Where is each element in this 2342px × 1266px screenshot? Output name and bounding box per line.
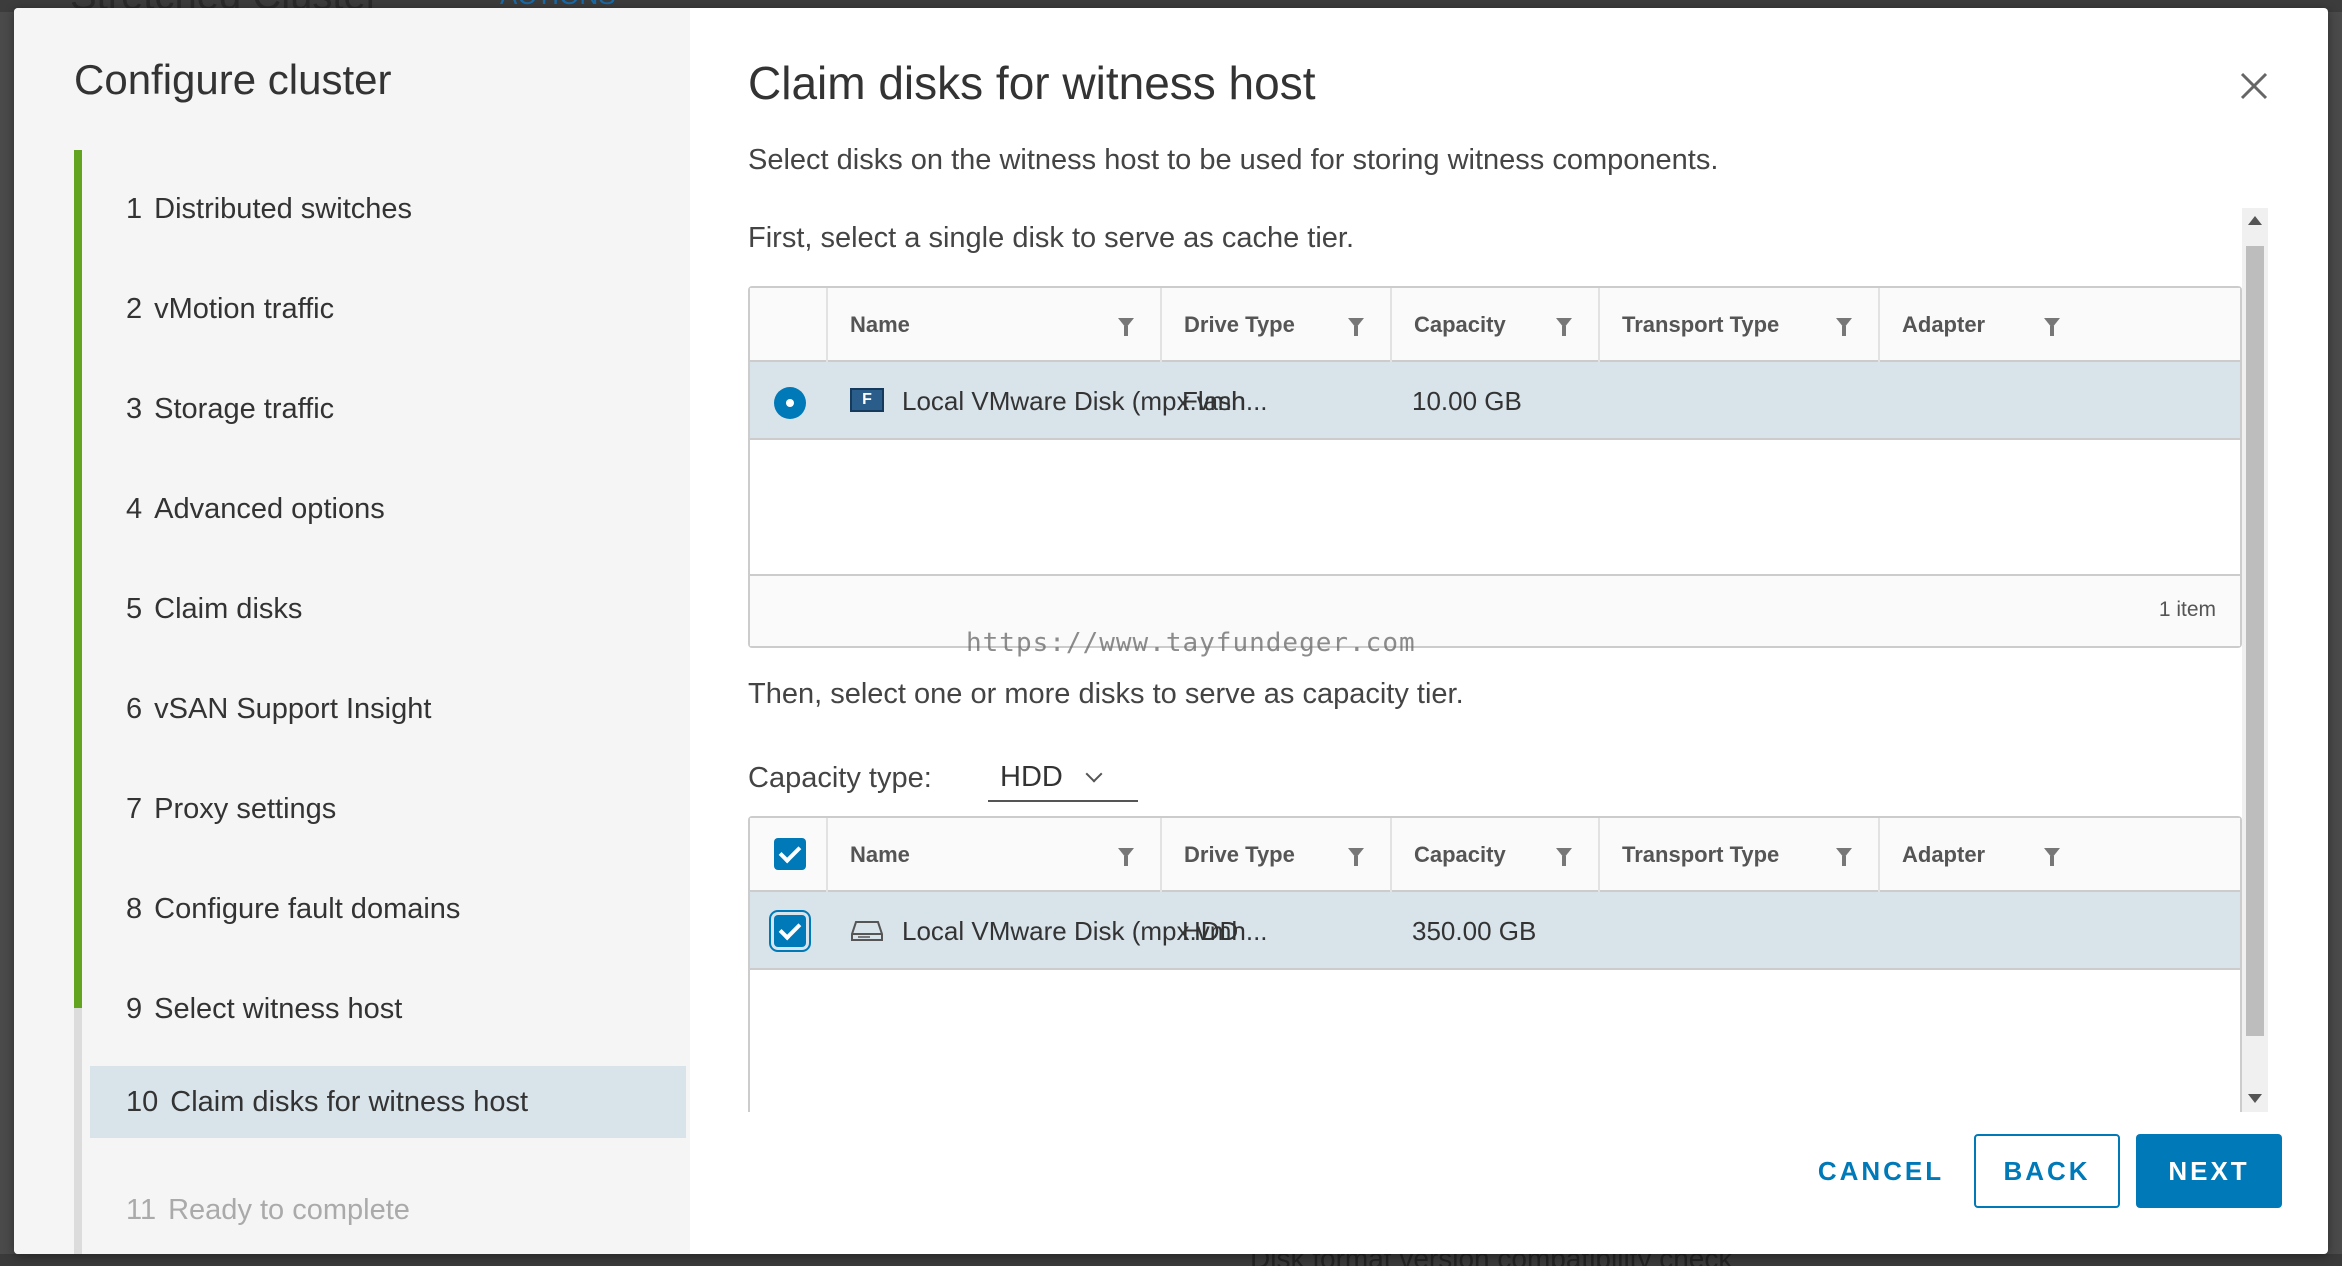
step-number: 7 <box>126 792 143 825</box>
disk-drive-type: Flash <box>1182 385 1246 416</box>
capacity-tier-grid: Name Drive Type Capacity Transport Type … <box>748 816 2242 1112</box>
step-number: 11 <box>126 1193 157 1226</box>
step-label: vSAN Support Insight <box>154 692 432 725</box>
hdd-disk-icon <box>851 921 883 941</box>
step-number: 1 <box>126 192 143 225</box>
step-number: 10 <box>126 1085 159 1118</box>
scroll-down-icon[interactable] <box>2248 1094 2262 1103</box>
filter-icon[interactable] <box>1118 848 1134 866</box>
select-all-checkbox[interactable] <box>774 838 806 870</box>
table-row[interactable]: Local VMware Disk (mpx.vmh... HDD 350.00… <box>750 892 2240 970</box>
step-label: Ready to complete <box>168 1193 410 1226</box>
step-number: 8 <box>126 892 143 925</box>
step-label: Configure fault domains <box>154 892 461 925</box>
content-scroll-area: First, select a single disk to serve as … <box>748 208 2290 1112</box>
column-capacity[interactable]: Capacity <box>1390 818 1598 892</box>
back-button[interactable]: BACK <box>1974 1134 2120 1208</box>
column-drive-type[interactable]: Drive Type <box>1160 818 1390 892</box>
page-title: Claim disks for witness host <box>748 57 1316 109</box>
step-label: Storage traffic <box>154 392 335 425</box>
step-vmotion-traffic[interactable]: 2 vMotion traffic <box>90 273 690 345</box>
wizard-content: Claim disks for witness host Select disk… <box>690 8 2328 1254</box>
step-label: vMotion traffic <box>154 292 335 325</box>
filter-icon[interactable] <box>2044 848 2060 866</box>
column-adapter[interactable]: Adapter <box>1878 818 2086 892</box>
step-ready-to-complete: 11 Ready to complete <box>90 1174 690 1246</box>
table-row[interactable]: F Local VMware Disk (mpx.vmh... Flash 10… <box>750 362 2240 440</box>
page-description: Select disks on the witness host to be u… <box>748 144 1719 176</box>
watermark-text: https://www.tayfundeger.com <box>966 628 1416 658</box>
capacity-tier-label: Then, select one or more disks to serve … <box>748 678 1464 710</box>
grid-header: Name Drive Type Capacity Transport Type … <box>750 818 2240 892</box>
column-transport-type[interactable]: Transport Type <box>1598 818 1878 892</box>
scroll-up-icon[interactable] <box>2248 216 2262 225</box>
next-button[interactable]: NEXT <box>2136 1134 2282 1208</box>
wizard-remaining-rail <box>74 1008 82 1254</box>
scroll-thumb[interactable] <box>2246 246 2264 1036</box>
chevron-down-icon <box>1085 765 1103 783</box>
wizard-nav: Configure cluster 1 Distributed switches … <box>14 8 690 1254</box>
filter-icon[interactable] <box>1118 318 1134 336</box>
cache-tier-label: First, select a single disk to serve as … <box>748 222 1355 254</box>
filter-icon[interactable] <box>1836 848 1852 866</box>
capacity-type-value: HDD <box>1000 760 1063 793</box>
column-name[interactable]: Name <box>826 288 1160 362</box>
step-claim-disks-witness-host[interactable]: 10 Claim disks for witness host <box>90 1066 686 1138</box>
capacity-disk-checkbox[interactable] <box>769 910 811 952</box>
step-storage-traffic[interactable]: 3 Storage traffic <box>90 373 690 445</box>
background-footer <box>0 1254 2342 1266</box>
cache-tier-grid: Name Drive Type Capacity Transport Type … <box>748 286 2242 648</box>
step-distributed-switches[interactable]: 1 Distributed switches <box>90 173 690 245</box>
filter-icon[interactable] <box>1348 318 1364 336</box>
flash-disk-icon: F <box>850 388 884 412</box>
step-label: Distributed switches <box>154 192 413 225</box>
column-transport-type[interactable]: Transport Type <box>1598 288 1878 362</box>
cancel-button[interactable]: CANCEL <box>1786 1134 1976 1208</box>
disk-capacity: 10.00 GB <box>1412 385 1522 416</box>
step-number: 6 <box>126 692 143 725</box>
step-number: 4 <box>126 492 143 525</box>
filter-icon[interactable] <box>1836 318 1852 336</box>
step-vsan-support-insight[interactable]: 6 vSAN Support Insight <box>90 673 690 745</box>
filter-icon[interactable] <box>2044 318 2060 336</box>
item-count: 1 item <box>2158 598 2216 621</box>
cache-disk-radio[interactable] <box>774 387 806 419</box>
column-capacity[interactable]: Capacity <box>1390 288 1598 362</box>
step-label: Select witness host <box>154 992 403 1025</box>
step-number: 2 <box>126 292 143 325</box>
step-proxy-settings[interactable]: 7 Proxy settings <box>90 773 690 845</box>
disk-capacity: 350.00 GB <box>1412 915 1537 946</box>
filter-icon[interactable] <box>1556 318 1572 336</box>
step-configure-fault-domains[interactable]: 8 Configure fault domains <box>90 873 690 945</box>
step-label: Proxy settings <box>154 792 337 825</box>
step-select-witness-host[interactable]: 9 Select witness host <box>90 973 690 1045</box>
step-label: Claim disks for witness host <box>170 1085 529 1118</box>
step-number: 5 <box>126 592 143 625</box>
step-claim-disks[interactable]: 5 Claim disks <box>90 573 690 645</box>
disk-drive-type: HDD <box>1182 915 1239 946</box>
column-name[interactable]: Name <box>826 818 1160 892</box>
column-adapter[interactable]: Adapter <box>1878 288 2086 362</box>
configure-cluster-dialog: Configure cluster 1 Distributed switches … <box>14 8 2328 1254</box>
content-scrollbar[interactable] <box>2242 208 2268 1112</box>
column-drive-type[interactable]: Drive Type <box>1160 288 1390 362</box>
filter-icon[interactable] <box>1556 848 1572 866</box>
step-label: Advanced options <box>154 492 385 525</box>
step-number: 3 <box>126 392 143 425</box>
close-icon[interactable] <box>2234 66 2274 106</box>
grid-header: Name Drive Type Capacity Transport Type … <box>750 288 2240 362</box>
wizard-progress-rail <box>74 150 82 1008</box>
wizard-title: Configure cluster <box>74 56 392 103</box>
step-label: Claim disks <box>154 592 303 625</box>
filter-icon[interactable] <box>1348 848 1364 866</box>
capacity-type-label: Capacity type: <box>748 762 932 794</box>
step-advanced-options[interactable]: 4 Advanced options <box>90 473 690 545</box>
step-number: 9 <box>126 992 143 1025</box>
capacity-type-select[interactable]: HDD <box>988 754 1138 802</box>
